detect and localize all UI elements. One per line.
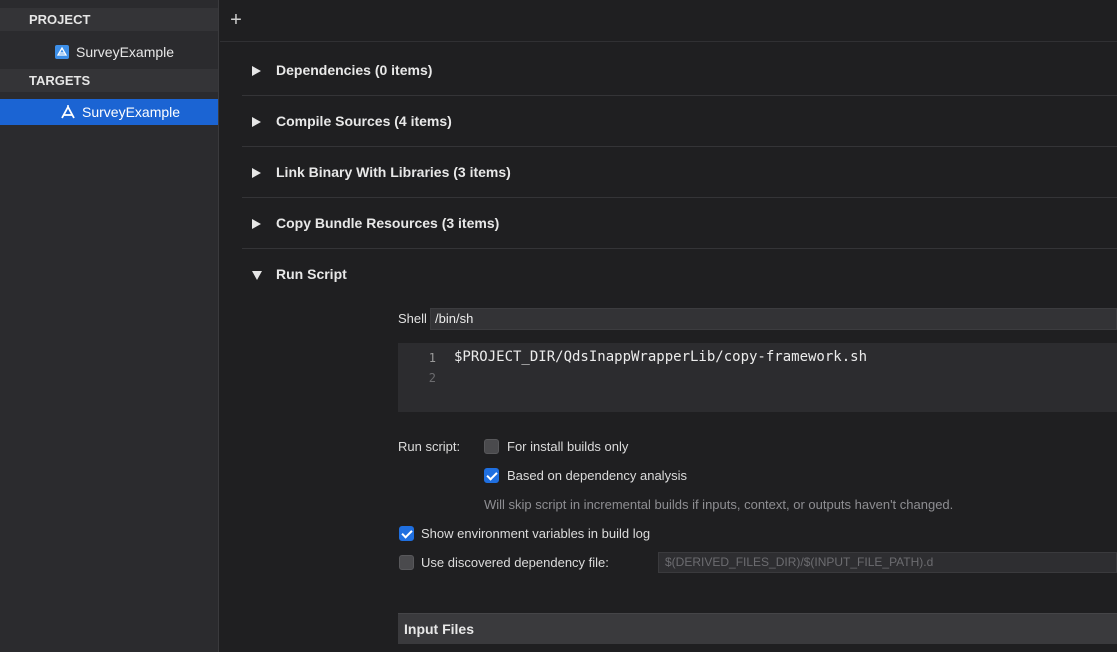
dependency-note: Will skip script in incremental builds i… [484,497,954,512]
run-script-label: Run script: [398,439,461,454]
code-line: 2 [398,369,1117,389]
code-line: 1 $PROJECT_DIR/QdsInappWrapperLib/copy-f… [398,349,1117,369]
shell-input[interactable]: /bin/sh [430,308,1117,330]
disclosure-triangle-icon[interactable] [252,271,262,280]
dependency-analysis-checkbox[interactable] [484,468,499,483]
install-builds-only-label: For install builds only [507,439,629,454]
install-builds-only-checkbox[interactable] [484,439,499,454]
discovered-dep-file-label: Use discovered dependency file: [421,555,609,570]
disclosure-triangle-icon[interactable] [252,219,261,229]
phase-dependencies[interactable]: Dependencies (0 items) [242,45,1117,96]
shell-label: Shell [398,311,427,326]
sidebar-item-label: SurveyExample [82,104,181,120]
targets-header: TARGETS [0,69,218,92]
line-number: 1 [428,351,436,365]
disclosure-triangle-icon[interactable] [252,168,261,178]
app-target-icon [61,105,75,119]
line-number: 2 [428,371,436,385]
discovered-dep-file-checkbox[interactable] [399,555,414,570]
phase-title: Run Script [276,266,347,282]
phase-compile-sources[interactable]: Compile Sources (4 items) [242,96,1117,147]
show-env-vars-checkbox[interactable] [399,526,414,541]
sidebar-item-target[interactable]: SurveyExample [0,99,218,125]
dependency-analysis-label: Based on dependency analysis [507,468,687,483]
phase-title: Compile Sources (4 items) [276,113,452,129]
code-text: $PROJECT_DIR/QdsInappWrapperLib/copy-fra… [454,349,868,365]
project-file-icon [55,45,69,59]
script-editor[interactable]: 1 $PROJECT_DIR/QdsInappWrapperLib/copy-f… [398,343,1117,412]
disclosure-triangle-icon[interactable] [252,117,261,127]
input-files-header[interactable]: Input Files [398,613,1117,644]
phase-run-script[interactable]: Run Script [242,249,1117,300]
sidebar-item-label: SurveyExample [76,44,175,60]
shell-row: Shell /bin/sh [398,308,1117,330]
phase-link-binary[interactable]: Link Binary With Libraries (3 items) [242,147,1117,198]
phase-title: Link Binary With Libraries (3 items) [276,164,511,180]
plus-icon[interactable]: + [228,10,244,30]
show-env-vars-label: Show environment variables in build log [421,526,651,541]
sidebar: PROJECT SurveyExample TARGETS SurveyExam… [0,0,219,652]
project-header: PROJECT [0,8,218,31]
dep-file-input[interactable]: $(DERIVED_FILES_DIR)/$(INPUT_FILE_PATH).… [658,552,1117,573]
sidebar-item-project[interactable]: SurveyExample [0,39,218,65]
disclosure-triangle-icon[interactable] [252,66,261,76]
toolbar: + [220,0,1117,42]
phase-title: Copy Bundle Resources (3 items) [276,215,500,231]
xcode-build-phases: PROJECT SurveyExample TARGETS SurveyExam… [0,0,1117,652]
phase-title: Dependencies (0 items) [276,62,433,78]
phase-copy-bundle-resources[interactable]: Copy Bundle Resources (3 items) [242,198,1117,249]
